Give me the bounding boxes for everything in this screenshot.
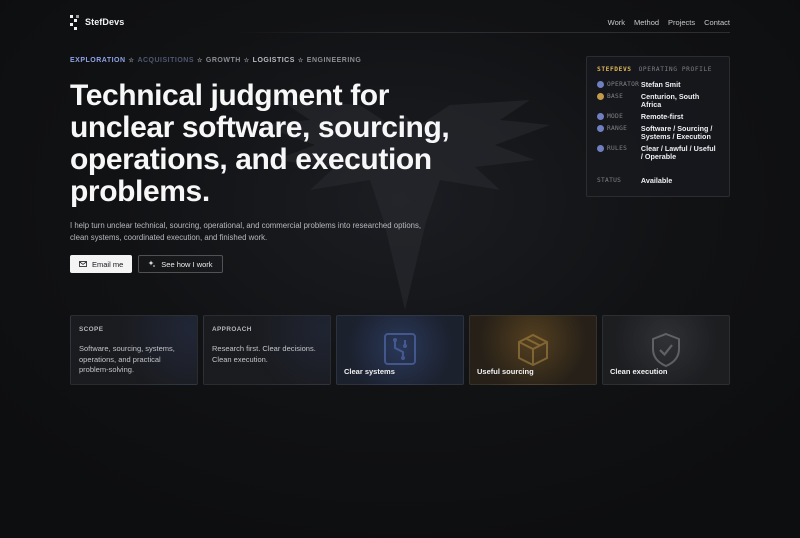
profile-row-base: BASE Centurion, South Africa	[597, 93, 719, 109]
box-icon	[518, 333, 548, 367]
card-body: Research first. Clear decisions. Clean e…	[212, 344, 316, 364]
tag-acquisitions: ACQUISITIONS	[137, 57, 194, 64]
profile-key: OPERATOR	[607, 81, 640, 88]
brand-logo-icon	[70, 14, 79, 30]
see-how-i-work-label: See how I work	[161, 259, 213, 269]
card-caption: Clean execution	[610, 367, 668, 376]
nav-link-work[interactable]: Work	[608, 18, 625, 27]
profile-value: Stefan Smit	[640, 80, 681, 89]
profile-key: STATUS	[597, 177, 622, 184]
card-caption: Useful sourcing	[477, 367, 534, 376]
status-value: Available	[640, 176, 673, 185]
scope-card[interactable]: SCOPE Software, sourcing, systems, opera…	[70, 315, 198, 385]
profile-value: Clear / Lawful / Useful / Operable	[640, 144, 716, 161]
card-body: Software, sourcing, systems, operations,…	[79, 344, 175, 374]
profile-row-rules: RULES Clear / Lawful / Useful / Operable	[597, 145, 719, 161]
brand-name: StefDevs	[85, 17, 125, 27]
star-separator-icon: ☆	[197, 58, 203, 64]
profile-header: STEFDEVS OPERATING PROFILE	[597, 66, 719, 73]
shield-check-icon	[652, 332, 680, 368]
user-icon	[597, 81, 604, 88]
cta-row: Email me See how I work	[70, 255, 223, 273]
star-separator-icon: ☆	[128, 58, 135, 64]
brand[interactable]: StefDevs	[70, 14, 125, 30]
share-icon	[597, 125, 604, 132]
nav-links: Work Method Projects Contact	[608, 18, 730, 27]
profile-key: MODE	[607, 113, 624, 120]
tag-exploration: EXPLORATION	[70, 57, 126, 64]
tag-logistics: LOGISTICS	[252, 57, 295, 64]
profile-value: Software / Sourcing / Systems / Executio…	[640, 124, 713, 141]
card-label: SCOPE	[79, 326, 104, 333]
tag-growth: GROWTH	[205, 57, 241, 64]
tag-engineering: ENGINEERING	[306, 57, 362, 64]
card-caption: Clear systems	[344, 367, 395, 376]
hero-title: Technical judgment for unclear software,…	[70, 79, 450, 208]
location-icon	[597, 93, 604, 100]
approach-card[interactable]: APPROACH Research first. Clear decisions…	[203, 315, 331, 385]
star-separator-icon: ☆	[297, 58, 304, 64]
useful-sourcing-card[interactable]: Useful sourcing	[469, 315, 597, 385]
capability-tags: EXPLORATION ☆ ACQUISITIONS ☆ GROWTH ☆ LO…	[70, 57, 361, 64]
profile-row-range: RANGE Software / Sourcing / Systems / Ex…	[597, 125, 719, 141]
profile-key: RANGE	[607, 125, 628, 132]
profile-row-mode: MODE Remote-first	[597, 113, 719, 121]
hero-subtitle: I help turn unclear technical, sourcing,…	[70, 221, 422, 242]
globe-icon	[597, 113, 604, 120]
profile-brand: STEFDEVS	[597, 66, 632, 73]
card-label: APPROACH	[212, 326, 252, 333]
nav-link-method[interactable]: Method	[634, 18, 659, 27]
clear-systems-card[interactable]: Clear systems	[336, 315, 464, 385]
nav-divider	[232, 32, 730, 33]
see-how-i-work-button[interactable]: See how I work	[138, 255, 223, 273]
profile-row-operator: OPERATOR Stefan Smit	[597, 81, 719, 89]
profile-key: RULES	[607, 145, 628, 152]
profile-value: Remote-first	[640, 112, 684, 121]
profile-key: BASE	[607, 93, 624, 100]
nav-link-projects[interactable]: Projects	[668, 18, 695, 27]
rules-icon	[597, 145, 604, 152]
mail-icon	[79, 261, 87, 267]
top-nav: StefDevs Work Method Projects Contact	[70, 12, 730, 32]
email-me-label: Email me	[92, 259, 124, 269]
profile-row-status: STATUS Available	[597, 177, 719, 185]
circuit-icon	[384, 333, 416, 365]
star-separator-icon: ☆	[243, 58, 250, 64]
sparkle-icon	[148, 260, 156, 268]
email-me-button[interactable]: Email me	[70, 255, 133, 273]
clean-execution-card[interactable]: Clean execution	[602, 315, 730, 385]
operating-profile-card: STEFDEVS OPERATING PROFILE OPERATOR Stef…	[586, 56, 730, 197]
profile-kind: OPERATING PROFILE	[638, 66, 713, 73]
profile-value: Centurion, South Africa	[640, 92, 700, 109]
feature-cards: SCOPE Software, sourcing, systems, opera…	[70, 315, 730, 385]
nav-link-contact[interactable]: Contact	[704, 18, 730, 27]
